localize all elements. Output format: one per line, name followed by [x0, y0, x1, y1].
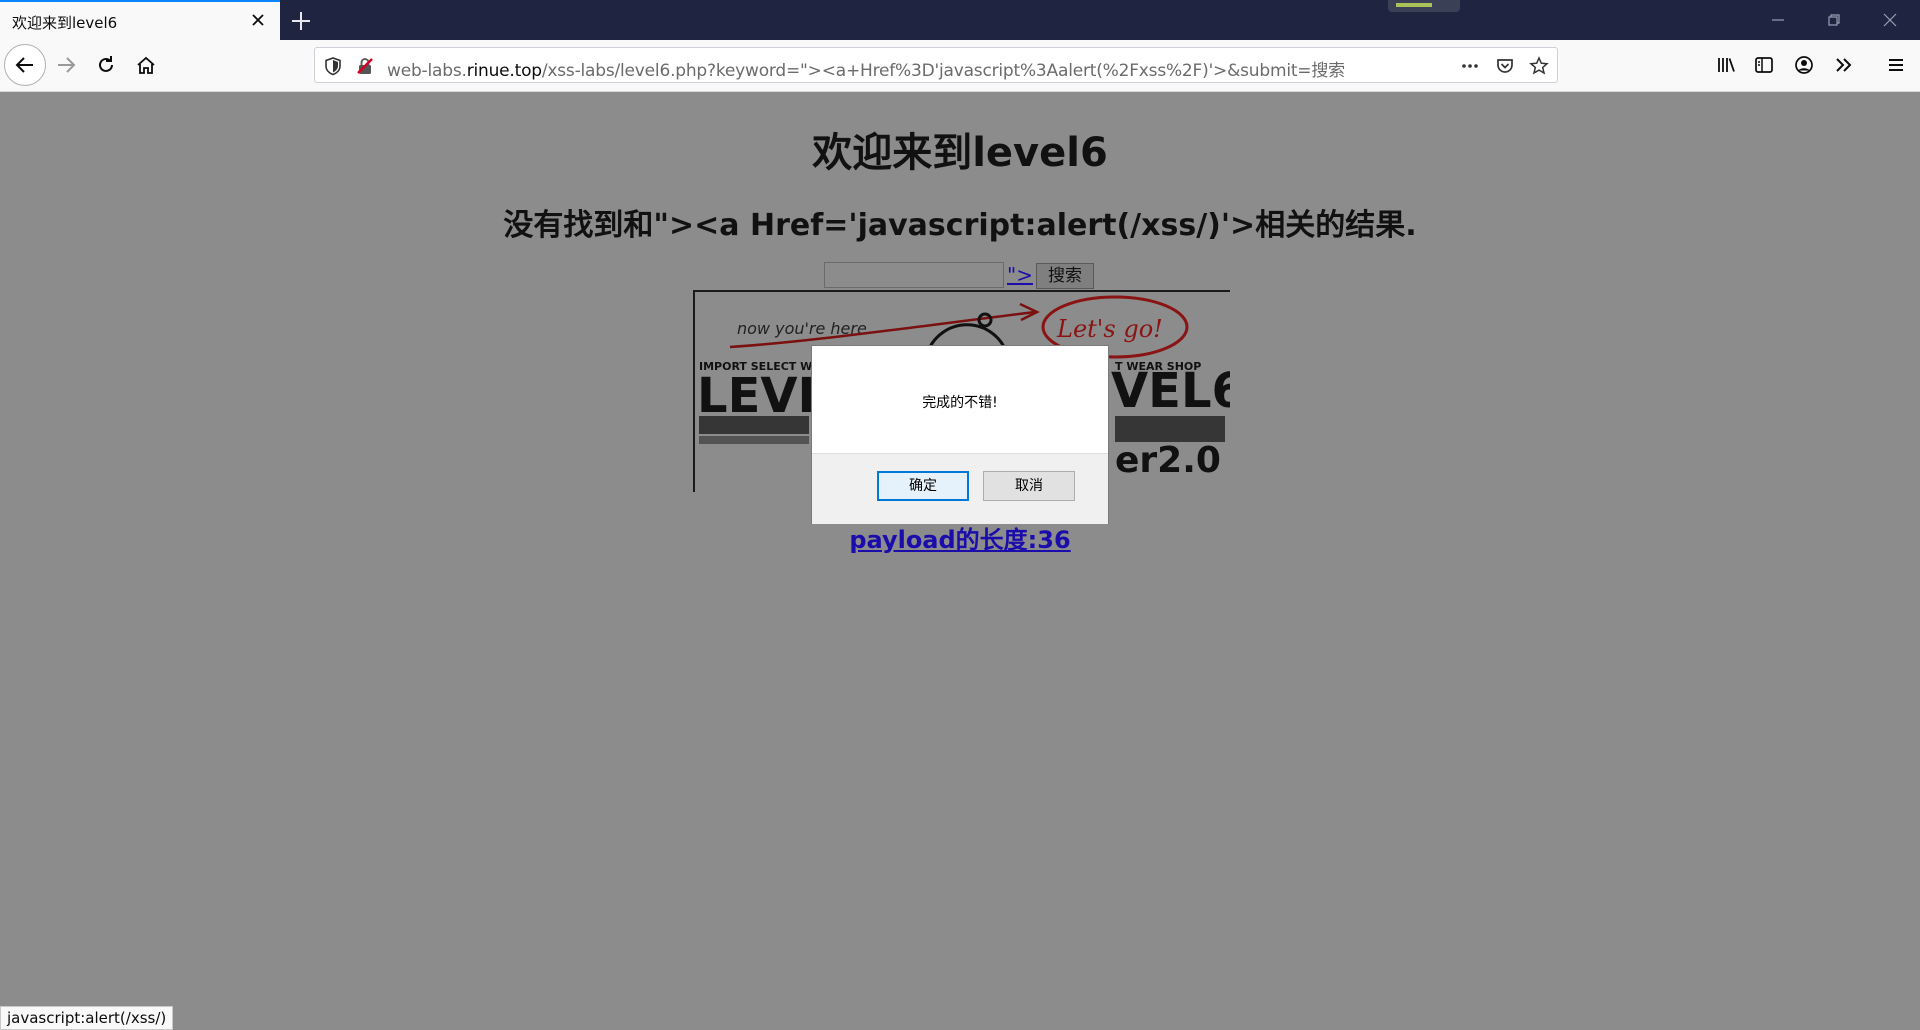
- active-tab[interactable]: 欢迎来到level6: [0, 0, 280, 40]
- library-button[interactable]: [1708, 47, 1744, 83]
- insecure-lock-icon[interactable]: [355, 56, 375, 76]
- search-result-message: 没有找到和"><a Href='javascript:alert(/xss/)'…: [503, 208, 1417, 243]
- main-menu-button[interactable]: [1878, 47, 1914, 83]
- dialog-message: 完成的不错!: [922, 395, 998, 411]
- library-icon: [1718, 58, 1735, 72]
- account-icon: [1795, 56, 1813, 74]
- forward-arrow-icon: [58, 57, 76, 73]
- url-path: /xss-labs/level6.php?keyword="><a+Href%3…: [541, 61, 1345, 81]
- shield-icon[interactable]: [323, 56, 343, 76]
- search-button[interactable]: 搜索: [1036, 263, 1094, 289]
- url-text[interactable]: web-labs.rinue.top/xss-labs/level6.php?k…: [387, 56, 1345, 81]
- banner-bubble-text: Let's go!: [1056, 315, 1163, 343]
- pocket-icon[interactable]: [1495, 56, 1515, 76]
- minimize-window-icon[interactable]: [1766, 8, 1790, 32]
- barcode-right: [1115, 416, 1225, 442]
- url-bar[interactable]: web-labs.rinue.top/xss-labs/level6.php?k…: [314, 47, 1558, 83]
- restore-window-icon[interactable]: [1822, 8, 1846, 32]
- keyword-input[interactable]: [824, 262, 1004, 288]
- double-chevron-right-icon: [1836, 58, 1852, 72]
- alert-dialog: 完成的不错! 确定 取消: [811, 345, 1109, 524]
- banner-level-right: VEL6: [1111, 363, 1230, 419]
- navigation-toolbar: web-labs.rinue.top/xss-labs/level6.php?k…: [0, 40, 1920, 92]
- reload-icon: [99, 56, 113, 72]
- home-icon: [137, 56, 155, 74]
- barcode-left: [699, 416, 809, 444]
- close-tab-icon[interactable]: [248, 10, 268, 30]
- link-status-bar: javascript:alert(/xss/): [0, 1006, 174, 1030]
- dialog-footer: 确定 取消: [812, 453, 1108, 524]
- close-window-icon[interactable]: [1878, 8, 1902, 32]
- page-content: 欢迎来到level6 没有找到和"><a Href='javascript:al…: [0, 92, 1920, 1030]
- forward-button[interactable]: [48, 47, 84, 83]
- new-tab-icon[interactable]: [288, 8, 314, 34]
- bookmark-star-icon[interactable]: [1529, 56, 1549, 76]
- hamburger-menu-icon: [1889, 59, 1903, 71]
- title-bar: 欢迎来到level6: [0, 0, 1920, 40]
- payload-length-link[interactable]: payload的长度:36: [0, 520, 1920, 555]
- url-prefix: web-labs.: [387, 61, 467, 81]
- reload-button[interactable]: [88, 47, 124, 83]
- page-actions-icon[interactable]: [1460, 56, 1480, 76]
- account-button[interactable]: [1786, 47, 1822, 83]
- url-domain: rinue.top: [466, 61, 542, 81]
- back-arrow-icon: [15, 57, 33, 73]
- sidebar-icon: [1755, 57, 1773, 73]
- overflow-menu-button[interactable]: [1826, 47, 1862, 83]
- home-button[interactable]: [128, 47, 164, 83]
- back-button[interactable]: [4, 44, 46, 86]
- banner-level-left: LEVI: [697, 368, 815, 424]
- sidebar-button[interactable]: [1746, 47, 1782, 83]
- page-heading: 欢迎来到level6: [812, 130, 1108, 176]
- injected-link[interactable]: ">: [1007, 263, 1033, 287]
- ok-button[interactable]: 确定: [877, 471, 969, 501]
- cancel-button[interactable]: 取消: [983, 471, 1075, 501]
- tab-title: 欢迎来到level6: [12, 14, 118, 32]
- audio-indicator-icon: [1388, 0, 1460, 12]
- banner-version: er2.0 :: [1115, 440, 1230, 481]
